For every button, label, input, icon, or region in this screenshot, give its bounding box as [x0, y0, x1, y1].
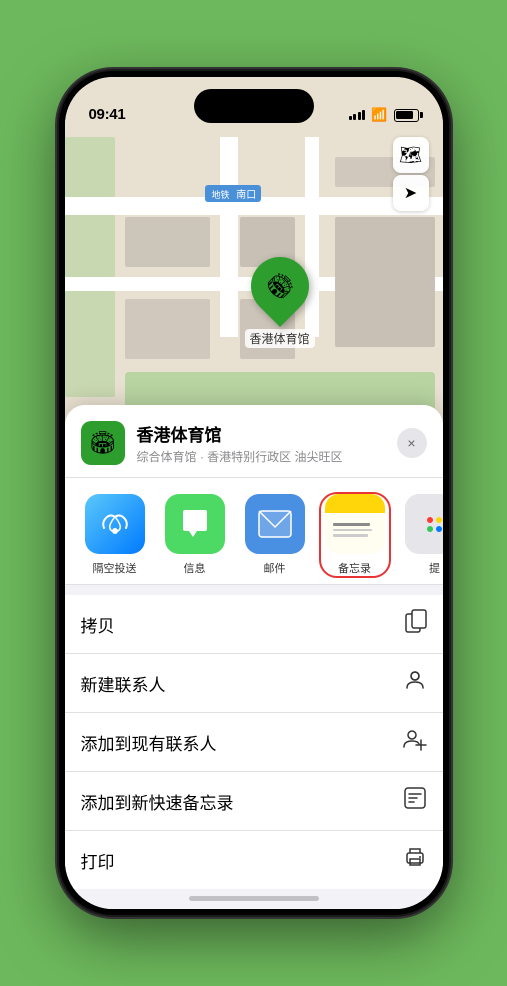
- battery-icon: [394, 109, 419, 122]
- print-label: 打印: [81, 848, 115, 873]
- quick-note-icon: [403, 786, 427, 816]
- map-green-west: [65, 137, 115, 397]
- phone-screen: 09:41 📶: [65, 77, 443, 909]
- notes-label: 备忘录: [338, 560, 371, 576]
- app-item-notes[interactable]: 备忘录: [321, 494, 389, 576]
- copy-label: 拷贝: [81, 612, 115, 637]
- action-add-existing[interactable]: 添加到现有联系人: [65, 713, 443, 772]
- app-item-mail[interactable]: 邮件: [241, 494, 309, 576]
- status-time: 09:41: [89, 106, 126, 123]
- pin-label: 香港体育馆: [245, 329, 315, 348]
- wifi-icon: 📶: [371, 107, 387, 123]
- map-building-1: [125, 217, 210, 267]
- add-existing-icon: [401, 727, 427, 757]
- action-list: 拷贝 新建联系人: [65, 595, 443, 889]
- more-icon: [405, 494, 443, 554]
- apps-row: 隔空投送 信息: [65, 478, 443, 585]
- map-layers-button[interactable]: 🗺: [393, 137, 429, 173]
- action-copy[interactable]: 拷贝: [65, 595, 443, 654]
- map-location-button[interactable]: ➤: [393, 175, 429, 211]
- place-name: 香港体育馆: [137, 421, 397, 446]
- airdrop-label: 隔空投送: [93, 560, 137, 576]
- action-new-contact[interactable]: 新建联系人: [65, 654, 443, 713]
- mail-label: 邮件: [264, 560, 286, 576]
- map-controls: 🗺 ➤: [393, 137, 429, 211]
- dot-yellow: [436, 517, 442, 523]
- more-dots: [427, 517, 442, 532]
- sheet-header: 🏟 香港体育馆 综合体育馆 · 香港特别行政区 油尖旺区 ×: [65, 405, 443, 478]
- notes-icon: [325, 494, 385, 554]
- location-pin: 🏟 香港体育馆: [245, 257, 315, 348]
- copy-icon: [405, 609, 427, 639]
- app-item-messages[interactable]: 信息: [161, 494, 229, 576]
- app-item-more[interactable]: 提: [401, 494, 443, 576]
- home-indicator: [189, 896, 319, 901]
- map-building-3: [125, 299, 210, 359]
- add-existing-label: 添加到现有联系人: [81, 730, 217, 755]
- pin-inner: 🏟: [257, 263, 303, 309]
- action-print[interactable]: 打印: [65, 831, 443, 889]
- new-contact-icon: [403, 668, 427, 698]
- messages-label: 信息: [184, 560, 206, 576]
- new-contact-label: 新建联系人: [81, 671, 166, 696]
- action-quick-note[interactable]: 添加到新快速备忘录: [65, 772, 443, 831]
- quick-note-label: 添加到新快速备忘录: [81, 789, 234, 814]
- messages-icon: [165, 494, 225, 554]
- stadium-icon: 🏟: [260, 267, 298, 305]
- status-icons: 📶: [349, 107, 419, 123]
- print-icon: [403, 845, 427, 875]
- map-road-v1: [220, 137, 238, 337]
- more-label: 提: [429, 560, 440, 576]
- dynamic-island: [194, 89, 314, 123]
- place-icon: 🏟: [81, 421, 125, 465]
- airdrop-icon: [85, 494, 145, 554]
- phone-frame: 09:41 📶: [59, 71, 449, 915]
- signal-bars-icon: [349, 110, 366, 120]
- map-building-6: [335, 217, 435, 347]
- dot-red: [427, 517, 433, 523]
- place-subtitle: 综合体育馆 · 香港特别行政区 油尖旺区: [137, 448, 397, 465]
- dot-blue: [436, 526, 442, 532]
- pin-circle: 🏟: [238, 245, 320, 327]
- close-button[interactable]: ×: [397, 428, 427, 458]
- place-info: 香港体育馆 综合体育馆 · 香港特别行政区 油尖旺区: [137, 421, 397, 465]
- app-item-airdrop[interactable]: 隔空投送: [81, 494, 149, 576]
- mail-icon: [245, 494, 305, 554]
- subway-label: 地铁 南口: [205, 185, 262, 202]
- dot-green: [427, 526, 433, 532]
- bottom-sheet: 🏟 香港体育馆 综合体育馆 · 香港特别行政区 油尖旺区 ×: [65, 405, 443, 909]
